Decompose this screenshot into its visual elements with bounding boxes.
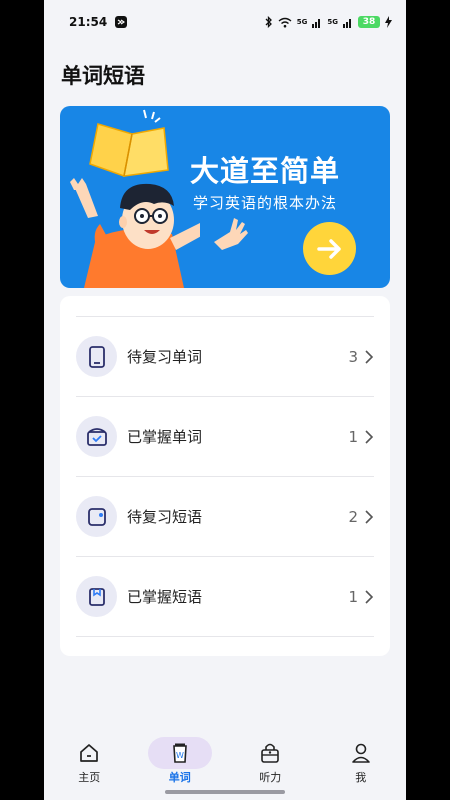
waving-hand-icon bbox=[214, 218, 248, 250]
learning-illustration bbox=[70, 109, 200, 288]
tab-label: 单词 bbox=[168, 771, 191, 784]
chevron-right-icon bbox=[364, 429, 374, 445]
status-icons: 5G 5G 38 bbox=[265, 16, 392, 28]
list-item-label: 已掌握单词 bbox=[127, 428, 203, 446]
svg-text:W: W bbox=[176, 751, 184, 760]
banner-subtitle: 学习英语的根本办法 bbox=[193, 194, 338, 212]
chevron-right-icon bbox=[364, 589, 374, 605]
tab-label: 我 bbox=[355, 771, 367, 784]
phone-icon bbox=[76, 336, 117, 377]
network-5g-label-2: 5G bbox=[327, 18, 338, 26]
tab-me[interactable]: 我 bbox=[316, 733, 407, 800]
page-title: 单词短语 bbox=[61, 64, 145, 88]
wallet-icon bbox=[76, 496, 117, 537]
list-item-count: 1 bbox=[348, 587, 358, 606]
tab-label: 主页 bbox=[78, 771, 101, 784]
tab-home[interactable]: 主页 bbox=[44, 733, 135, 800]
checked-box-icon bbox=[76, 416, 117, 457]
word-cup-icon: W bbox=[168, 741, 192, 765]
charging-icon bbox=[385, 16, 392, 28]
battery-indicator: 38 bbox=[358, 16, 380, 28]
promo-banner[interactable]: 大道至简单 学习英语的根本办法 bbox=[60, 106, 390, 288]
app-screen: 21:54 5G 5G 38 单词短语 大道至简单 学习英语的根本办法 待复习单… bbox=[44, 0, 406, 800]
person-icon bbox=[349, 741, 373, 765]
banner-title: 大道至简单 bbox=[190, 154, 341, 188]
list-item-count: 3 bbox=[348, 347, 358, 366]
wifi-icon bbox=[278, 17, 292, 27]
list-item-label: 已掌握短语 bbox=[127, 588, 203, 606]
chevron-right-icon bbox=[364, 509, 374, 525]
home-indicator[interactable] bbox=[165, 790, 285, 794]
list-item-mastered-phrases[interactable]: 已掌握短语 1 bbox=[76, 557, 374, 637]
status-bar: 21:54 5G 5G 38 bbox=[44, 0, 406, 44]
list-item-review-phrases[interactable]: 待复习短语 2 bbox=[76, 477, 374, 557]
banner-go-button[interactable] bbox=[303, 222, 356, 275]
list-item-mastered-words[interactable]: 已掌握单词 1 bbox=[76, 397, 374, 477]
signal-icon bbox=[312, 18, 321, 28]
list-item-review-words[interactable]: 待复习单词 3 bbox=[76, 317, 374, 397]
status-time: 21:54 bbox=[69, 15, 108, 29]
list-item-label: 待复习单词 bbox=[127, 348, 203, 366]
bookmark-icon bbox=[76, 576, 117, 617]
home-icon bbox=[77, 741, 101, 765]
vocab-list-card: 待复习单词 3 已掌握单词 1 待复习短语 2 已掌握短语 1 bbox=[60, 296, 390, 656]
signal-icon-2 bbox=[343, 18, 351, 28]
list-item-label: 待复习短语 bbox=[127, 508, 203, 526]
arrow-right-icon bbox=[316, 238, 341, 259]
tab-label: 听力 bbox=[259, 771, 282, 784]
bluetooth-icon bbox=[265, 16, 272, 28]
chevron-right-icon bbox=[364, 349, 374, 365]
lock-radio-icon bbox=[258, 741, 282, 765]
list-item-count: 2 bbox=[348, 507, 358, 526]
app-notification-icon bbox=[115, 16, 128, 28]
network-5g-label-1: 5G bbox=[296, 18, 308, 26]
list-item-count: 1 bbox=[348, 427, 358, 446]
